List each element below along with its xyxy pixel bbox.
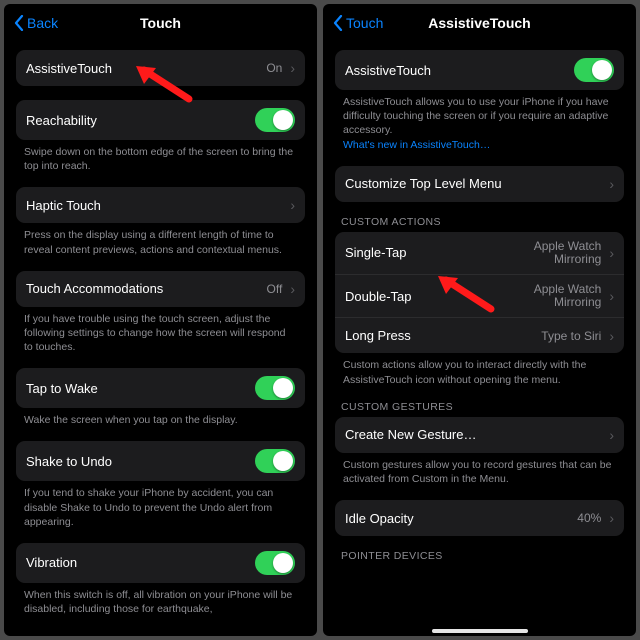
row-single-tap[interactable]: Single-Tap Apple Watch Mirroring › <box>335 232 624 274</box>
group-reachability: Reachability Swipe down on the bottom ed… <box>16 100 305 173</box>
toggle-reachability[interactable] <box>255 108 295 132</box>
group-tap-to-wake: Tap to Wake Wake the screen when you tap… <box>16 368 305 427</box>
row-label: Idle Opacity <box>345 511 569 526</box>
row-vibration[interactable]: Vibration <box>16 543 305 583</box>
footer-haptic: Press on the display using a different l… <box>16 223 305 256</box>
row-reachability[interactable]: Reachability <box>16 100 305 140</box>
footer-text: AssistiveTouch allows you to use your iP… <box>343 96 609 136</box>
back-button[interactable]: Touch <box>333 15 383 31</box>
footer-tap-to-wake: Wake the screen when you tap on the disp… <box>16 408 305 427</box>
group-header: CUSTOM ACTIONS <box>335 216 624 232</box>
footer-shake: If you tend to shake your iPhone by acci… <box>16 481 305 529</box>
group-haptic: Haptic Touch › Press on the display usin… <box>16 187 305 256</box>
footer-custom-actions: Custom actions allow you to interact dir… <box>335 353 624 386</box>
row-label: Customize Top Level Menu <box>345 176 601 191</box>
row-value: Apple Watch Mirroring <box>534 240 602 266</box>
group-custom-gestures: CUSTOM GESTURES Create New Gesture… › Cu… <box>335 401 624 486</box>
group-header: POINTER DEVICES <box>335 550 624 566</box>
toggle-tap-to-wake[interactable] <box>255 376 295 400</box>
group-assistivetouch-toggle: AssistiveTouch AssistiveTouch allows you… <box>335 50 624 152</box>
row-assistivetouch-toggle[interactable]: AssistiveTouch <box>335 50 624 90</box>
chevron-right-icon: › <box>609 176 614 192</box>
row-value: Type to Siri <box>541 329 601 343</box>
footer-accommodations: If you have trouble using the touch scre… <box>16 307 305 355</box>
row-customize-top-level-menu[interactable]: Customize Top Level Menu › <box>335 166 624 202</box>
row-label: Double-Tap <box>345 289 526 304</box>
content[interactable]: AssistiveTouch AssistiveTouch allows you… <box>323 42 636 636</box>
row-label: AssistiveTouch <box>26 61 258 76</box>
row-double-tap[interactable]: Double-Tap Apple Watch Mirroring › <box>335 274 624 317</box>
group-custom-actions: CUSTOM ACTIONS Single-Tap Apple Watch Mi… <box>335 216 624 387</box>
group-idle-opacity: Idle Opacity 40% › <box>335 500 624 536</box>
toggle-assistivetouch[interactable] <box>574 58 614 82</box>
row-label: Shake to Undo <box>26 454 247 469</box>
row-long-press[interactable]: Long Press Type to Siri › <box>335 317 624 353</box>
back-label: Back <box>27 15 58 31</box>
navbar: Back Touch <box>4 4 317 42</box>
group-vibration: Vibration When this switch is off, all v… <box>16 543 305 616</box>
row-label: Haptic Touch <box>26 198 282 213</box>
row-idle-opacity[interactable]: Idle Opacity 40% › <box>335 500 624 536</box>
row-create-new-gesture[interactable]: Create New Gesture… › <box>335 417 624 453</box>
row-value: Off <box>267 282 283 296</box>
row-label: Single-Tap <box>345 245 526 260</box>
footer-vibration: When this switch is off, all vibration o… <box>16 583 305 616</box>
row-assistivetouch[interactable]: AssistiveTouch On › <box>16 50 305 86</box>
row-value: Apple Watch Mirroring <box>534 283 602 309</box>
footer-assistivetouch: AssistiveTouch allows you to use your iP… <box>335 90 624 152</box>
row-label: Long Press <box>345 328 533 343</box>
footer-reachability: Swipe down on the bottom edge of the scr… <box>16 140 305 173</box>
home-indicator[interactable] <box>432 629 528 633</box>
group-accommodations: Touch Accommodations Off › If you have t… <box>16 271 305 355</box>
whats-new-link[interactable]: What's new in AssistiveTouch… <box>343 139 490 151</box>
row-label: Vibration <box>26 555 247 570</box>
row-label: Create New Gesture… <box>345 427 601 442</box>
group-header: CUSTOM GESTURES <box>335 401 624 417</box>
assistivetouch-settings-screen: Touch AssistiveTouch AssistiveTouch Assi… <box>323 4 636 636</box>
row-label: Reachability <box>26 113 247 128</box>
group-assistivetouch: AssistiveTouch On › <box>16 50 305 86</box>
back-button[interactable]: Back <box>14 15 58 31</box>
row-haptic-touch[interactable]: Haptic Touch › <box>16 187 305 223</box>
chevron-left-icon <box>333 15 344 31</box>
row-touch-accommodations[interactable]: Touch Accommodations Off › <box>16 271 305 307</box>
chevron-right-icon: › <box>609 288 614 304</box>
row-shake-to-undo[interactable]: Shake to Undo <box>16 441 305 481</box>
chevron-right-icon: › <box>290 281 295 297</box>
toggle-shake-to-undo[interactable] <box>255 449 295 473</box>
back-label: Touch <box>346 15 383 31</box>
row-value: On <box>266 61 282 75</box>
chevron-right-icon: › <box>609 328 614 344</box>
chevron-left-icon <box>14 15 25 31</box>
row-value: 40% <box>577 511 601 525</box>
group-pointer-devices: POINTER DEVICES <box>335 550 624 566</box>
row-label: AssistiveTouch <box>345 63 566 78</box>
content[interactable]: AssistiveTouch On › Reachability Swipe d… <box>4 42 317 636</box>
chevron-right-icon: › <box>609 510 614 526</box>
navbar: Touch AssistiveTouch <box>323 4 636 42</box>
chevron-right-icon: › <box>290 197 295 213</box>
chevron-right-icon: › <box>290 60 295 76</box>
footer-custom-gestures: Custom gestures allow you to record gest… <box>335 453 624 486</box>
row-label: Touch Accommodations <box>26 281 259 296</box>
group-customize-menu: Customize Top Level Menu › <box>335 166 624 202</box>
touch-settings-screen: Back Touch AssistiveTouch On › Reachabil… <box>4 4 317 636</box>
chevron-right-icon: › <box>609 245 614 261</box>
group-shake: Shake to Undo If you tend to shake your … <box>16 441 305 529</box>
row-label: Tap to Wake <box>26 381 247 396</box>
row-tap-to-wake[interactable]: Tap to Wake <box>16 368 305 408</box>
toggle-vibration[interactable] <box>255 551 295 575</box>
chevron-right-icon: › <box>609 427 614 443</box>
